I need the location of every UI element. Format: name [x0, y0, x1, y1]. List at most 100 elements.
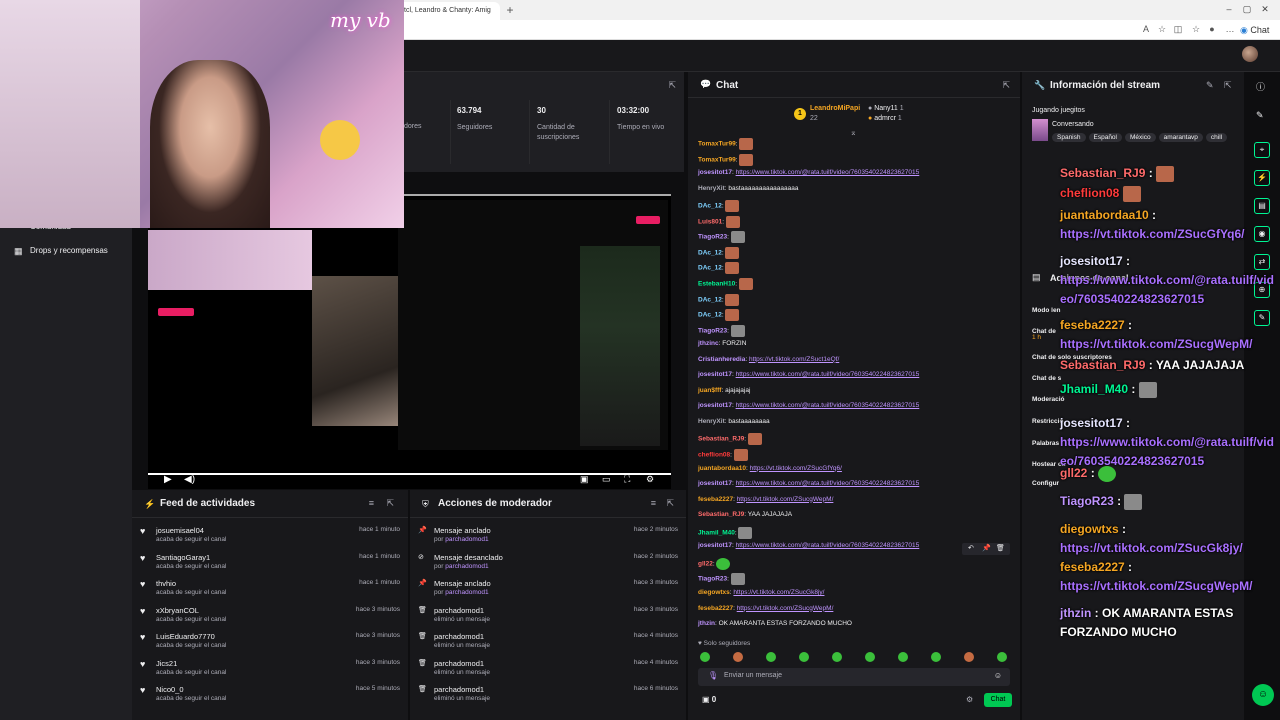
chat-message[interactable]: TiagoR23:: [698, 324, 745, 337]
feed-user[interactable]: LuisEduardo7770: [156, 632, 215, 641]
chat-message[interactable]: HenryXit: bastaaaaaaaaaaaaaaaa: [698, 185, 799, 192]
favorites-icon[interactable]: ☆: [1190, 23, 1202, 35]
chat-username[interactable]: gll22: [698, 561, 713, 568]
chat-message[interactable]: Sebastian_RJ9:: [698, 433, 762, 446]
chat-message[interactable]: jthzinc: FORZIN: [698, 340, 746, 347]
chat-message[interactable]: cheflion08:: [698, 449, 748, 461]
chat-username[interactable]: josesitot17: [698, 402, 732, 409]
popout-icon[interactable]: ⇱: [1224, 80, 1232, 91]
chat-username[interactable]: josesitot17: [698, 480, 732, 487]
list-item[interactable]: ♥ SantiagoGaray1 acaba de seguir el canal h…: [132, 549, 408, 575]
chat-message[interactable]: DAc_12:: [698, 200, 740, 213]
chat-link[interactable]: https://www.tiktok.com/@rata.tuilf/video…: [736, 480, 920, 487]
trash-icon[interactable]: 🗑: [996, 544, 1005, 552]
close-window-icon[interactable]: ✕: [1258, 2, 1272, 16]
chat-message[interactable]: Jhamil_M40:: [698, 526, 753, 539]
chat-username[interactable]: DAc_12: [698, 203, 722, 210]
chat-link[interactable]: https://vt.tiktok.com/ZSucgWepM/: [737, 605, 834, 612]
sidebar-item-drops[interactable]: Drops y recompensas: [30, 246, 108, 255]
pin-icon[interactable]: 📌: [982, 544, 991, 552]
chat-username[interactable]: Luis801: [698, 218, 722, 225]
emote-picker-icon[interactable]: ☺: [994, 671, 1002, 680]
chat-link[interactable]: https://www.tiktok.com/@rata.tuilf/video…: [736, 402, 920, 409]
chat-link[interactable]: https://www.tiktok.com/@rata.tuilf/video…: [736, 371, 920, 378]
chat-username[interactable]: DAc_12: [698, 312, 722, 319]
chat-username[interactable]: feseba2227: [698, 496, 733, 503]
tag[interactable]: Español: [1088, 133, 1122, 142]
chat-username[interactable]: TiagoR23: [698, 576, 727, 583]
chat-message[interactable]: TiagoR23:: [698, 573, 745, 586]
chat-username[interactable]: cheflion08: [698, 452, 730, 459]
top-gifter-3[interactable]: ● admrcr 1: [868, 115, 902, 122]
list-item[interactable]: ♥ josuemisael04 acaba de seguir el canal ha…: [132, 522, 408, 548]
list-item[interactable]: ♥ xXbryanCOL acaba de seguir el canal hace …: [132, 602, 408, 628]
chat-username[interactable]: HenryXit: [698, 185, 725, 192]
list-item[interactable]: ♥ thvhio acaba de seguir el canal hace 1 mi…: [132, 575, 408, 601]
profile-icon[interactable]: ●: [1206, 23, 1218, 35]
chat-username[interactable]: josesitot17: [698, 169, 732, 176]
emote-icon[interactable]: [865, 652, 875, 662]
video-player[interactable]: ▶ ◀) ▣ ▭ ⛶ ⚙: [148, 194, 671, 489]
reply-icon[interactable]: ↶: [968, 544, 974, 552]
info-icon[interactable]: ⓘ: [1256, 80, 1265, 93]
chat-settings-icon[interactable]: ⚙: [966, 695, 973, 704]
volume-icon[interactable]: ◀): [184, 474, 195, 485]
emote-icon[interactable]: [964, 652, 974, 662]
chat-username[interactable]: DAc_12: [698, 296, 722, 303]
chat-username[interactable]: HenryXit: [698, 418, 725, 425]
reader-icon[interactable]: A: [1140, 23, 1152, 35]
tag[interactable]: amarantavp: [1158, 133, 1203, 142]
emote-icon[interactable]: [931, 652, 941, 662]
chat-username[interactable]: TiagoR23: [698, 327, 727, 334]
chat-username[interactable]: DAc_12: [698, 250, 722, 257]
emote-icon[interactable]: [832, 652, 842, 662]
filter-icon[interactable]: ≡: [369, 498, 374, 508]
chat-username[interactable]: TomaxTur99: [698, 141, 736, 148]
chat-message[interactable]: josesitot17: https://www.tiktok.com/@rat…: [698, 402, 919, 409]
popout-icon[interactable]: ⇱: [666, 498, 674, 509]
chat-message[interactable]: gll22:: [698, 557, 731, 570]
chat-link[interactable]: https://www.tiktok.com/@rata.tuilf/video…: [736, 542, 920, 549]
popout-icon[interactable]: ⇱: [1002, 80, 1010, 91]
chat-username[interactable]: juantabordaa10: [698, 465, 746, 472]
chat-message[interactable]: josesitot17: https://www.tiktok.com/@rat…: [698, 169, 919, 176]
play-icon[interactable]: ▶: [164, 474, 172, 485]
emote-icon[interactable]: [799, 652, 809, 662]
chat-username[interactable]: Jhamil_M40: [698, 529, 735, 536]
chat-message[interactable]: DAc_12:: [698, 309, 740, 322]
chat-message[interactable]: josesitot17: https://www.tiktok.com/@rat…: [698, 480, 919, 487]
chat-message[interactable]: juantabordaa10: https://vt.tiktok.com/ZS…: [698, 465, 842, 472]
video-progress-bar[interactable]: [148, 473, 671, 475]
minimize-icon[interactable]: –: [1222, 2, 1236, 16]
chat-username[interactable]: DAc_12: [698, 265, 722, 272]
chat-message[interactable]: jthzin: OK AMARANTA ESTAS FORZANDO MUCHO: [698, 620, 852, 627]
more-icon[interactable]: …: [1224, 23, 1236, 35]
tag[interactable]: México: [1125, 133, 1156, 142]
chat-input[interactable]: 🎙 Enviar un mensaje ☺: [698, 668, 1010, 686]
chat-link[interactable]: https://vt.tiktok.com/ZSucgWepM/: [737, 496, 834, 503]
chat-username[interactable]: Sebastian_RJ9: [698, 436, 744, 443]
chat-message[interactable]: feseba2227: https://vt.tiktok.com/ZSucgW…: [698, 605, 833, 612]
chat-username[interactable]: EstebanH10: [698, 281, 735, 288]
popout-icon[interactable]: ⇱: [386, 498, 394, 509]
mod-name[interactable]: parchadomod1: [445, 563, 488, 570]
top-gifter-1[interactable]: LeandroMiPapi: [810, 105, 860, 112]
chat-message[interactable]: TiagoR23:: [698, 231, 745, 244]
list-item[interactable]: ♥ LuisEduardo7770 acaba de seguir el canal…: [132, 628, 408, 654]
chat-message[interactable]: DAc_12:: [698, 293, 740, 306]
pencil-icon[interactable]: ✎: [1256, 110, 1264, 121]
avatar[interactable]: [1242, 46, 1258, 62]
chat-message[interactable]: Sebastian_RJ9: YAA JAJAJAJA: [698, 511, 792, 518]
chat-message[interactable]: juan$fff: ajajajajaj: [698, 387, 750, 394]
chat-link[interactable]: https://vt.tiktok.com/ZSucGk8jy/: [733, 589, 824, 596]
chat-message[interactable]: diegowtxs: https://vt.tiktok.com/ZSucGk8…: [698, 589, 824, 596]
list-item[interactable]: ♥ Jics21 acaba de seguir el canal hace 3 mi…: [132, 655, 408, 681]
collapse-icon[interactable]: ⌅: [850, 128, 857, 137]
new-tab-button[interactable]: +: [503, 2, 517, 18]
mod-name[interactable]: parchadomod1: [445, 536, 488, 543]
chat-link[interactable]: https://vt.tiktok.com/ZSucGfYq6/: [750, 465, 842, 472]
emote-icon[interactable]: [733, 652, 743, 662]
chat-message[interactable]: HenryXit: bastaaaaaaaa: [698, 418, 770, 425]
extensions-icon[interactable]: ◫: [1172, 23, 1184, 35]
chat-username[interactable]: jthzinc: [698, 340, 719, 347]
